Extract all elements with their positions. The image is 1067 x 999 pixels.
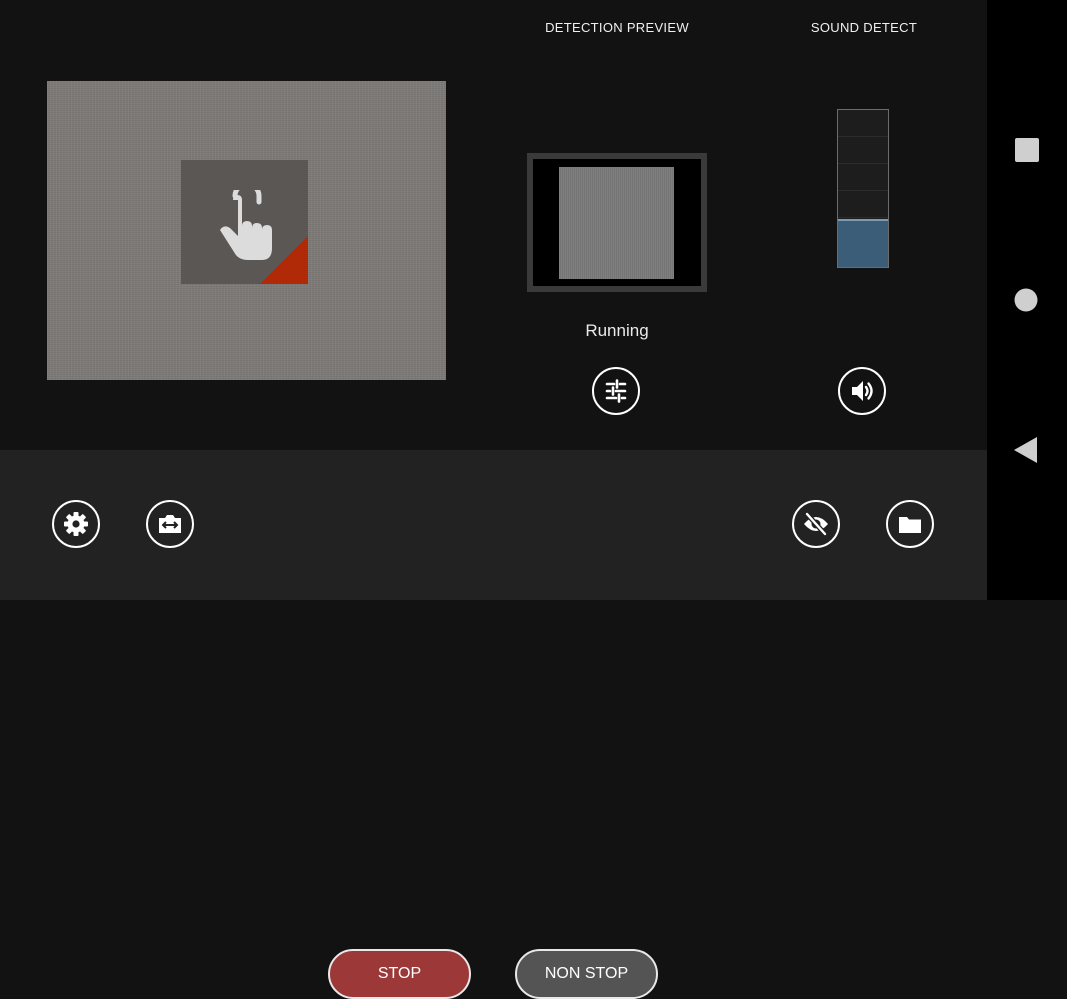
non-stop-button[interactable]: NON STOP xyxy=(515,949,658,999)
accent-corner xyxy=(260,236,308,284)
detection-preview-frame xyxy=(527,153,707,292)
switch-camera-icon xyxy=(159,515,181,533)
folder-button[interactable] xyxy=(886,500,934,548)
sound-button[interactable] xyxy=(838,367,886,415)
detection-settings-button[interactable] xyxy=(592,367,640,415)
speaker-icon xyxy=(852,381,873,401)
hide-preview-button[interactable] xyxy=(792,500,840,548)
bottom-control-bar: STOP NON STOP xyxy=(0,450,987,999)
circle-icon[interactable] xyxy=(1014,288,1038,312)
stop-button[interactable]: STOP xyxy=(328,949,471,999)
system-nav-bar xyxy=(987,0,1067,600)
detection-status: Running xyxy=(585,321,649,340)
square-icon[interactable] xyxy=(1014,137,1040,163)
settings-button[interactable] xyxy=(52,500,100,548)
folder-icon xyxy=(899,517,921,533)
eye-off-icon xyxy=(804,512,828,536)
detection-preview-title: DETECTION PREVIEW xyxy=(545,20,689,35)
meter-fill xyxy=(838,219,888,267)
sliders-icon xyxy=(605,379,627,403)
camera-preview[interactable] xyxy=(47,81,446,380)
tap-to-select-box[interactable] xyxy=(181,160,308,284)
sound-detect-title: SOUND DETECT xyxy=(810,20,918,35)
sound-level-meter xyxy=(837,109,889,268)
gear-icon xyxy=(64,512,88,536)
triangle-back-icon[interactable] xyxy=(1013,436,1039,464)
detection-preview-image xyxy=(559,167,674,279)
switch-camera-button[interactable] xyxy=(146,500,194,548)
app-window: DETECTION PREVIEW SOUND DETECT Running S… xyxy=(0,0,987,999)
main-area: DETECTION PREVIEW SOUND DETECT Running xyxy=(0,0,987,450)
